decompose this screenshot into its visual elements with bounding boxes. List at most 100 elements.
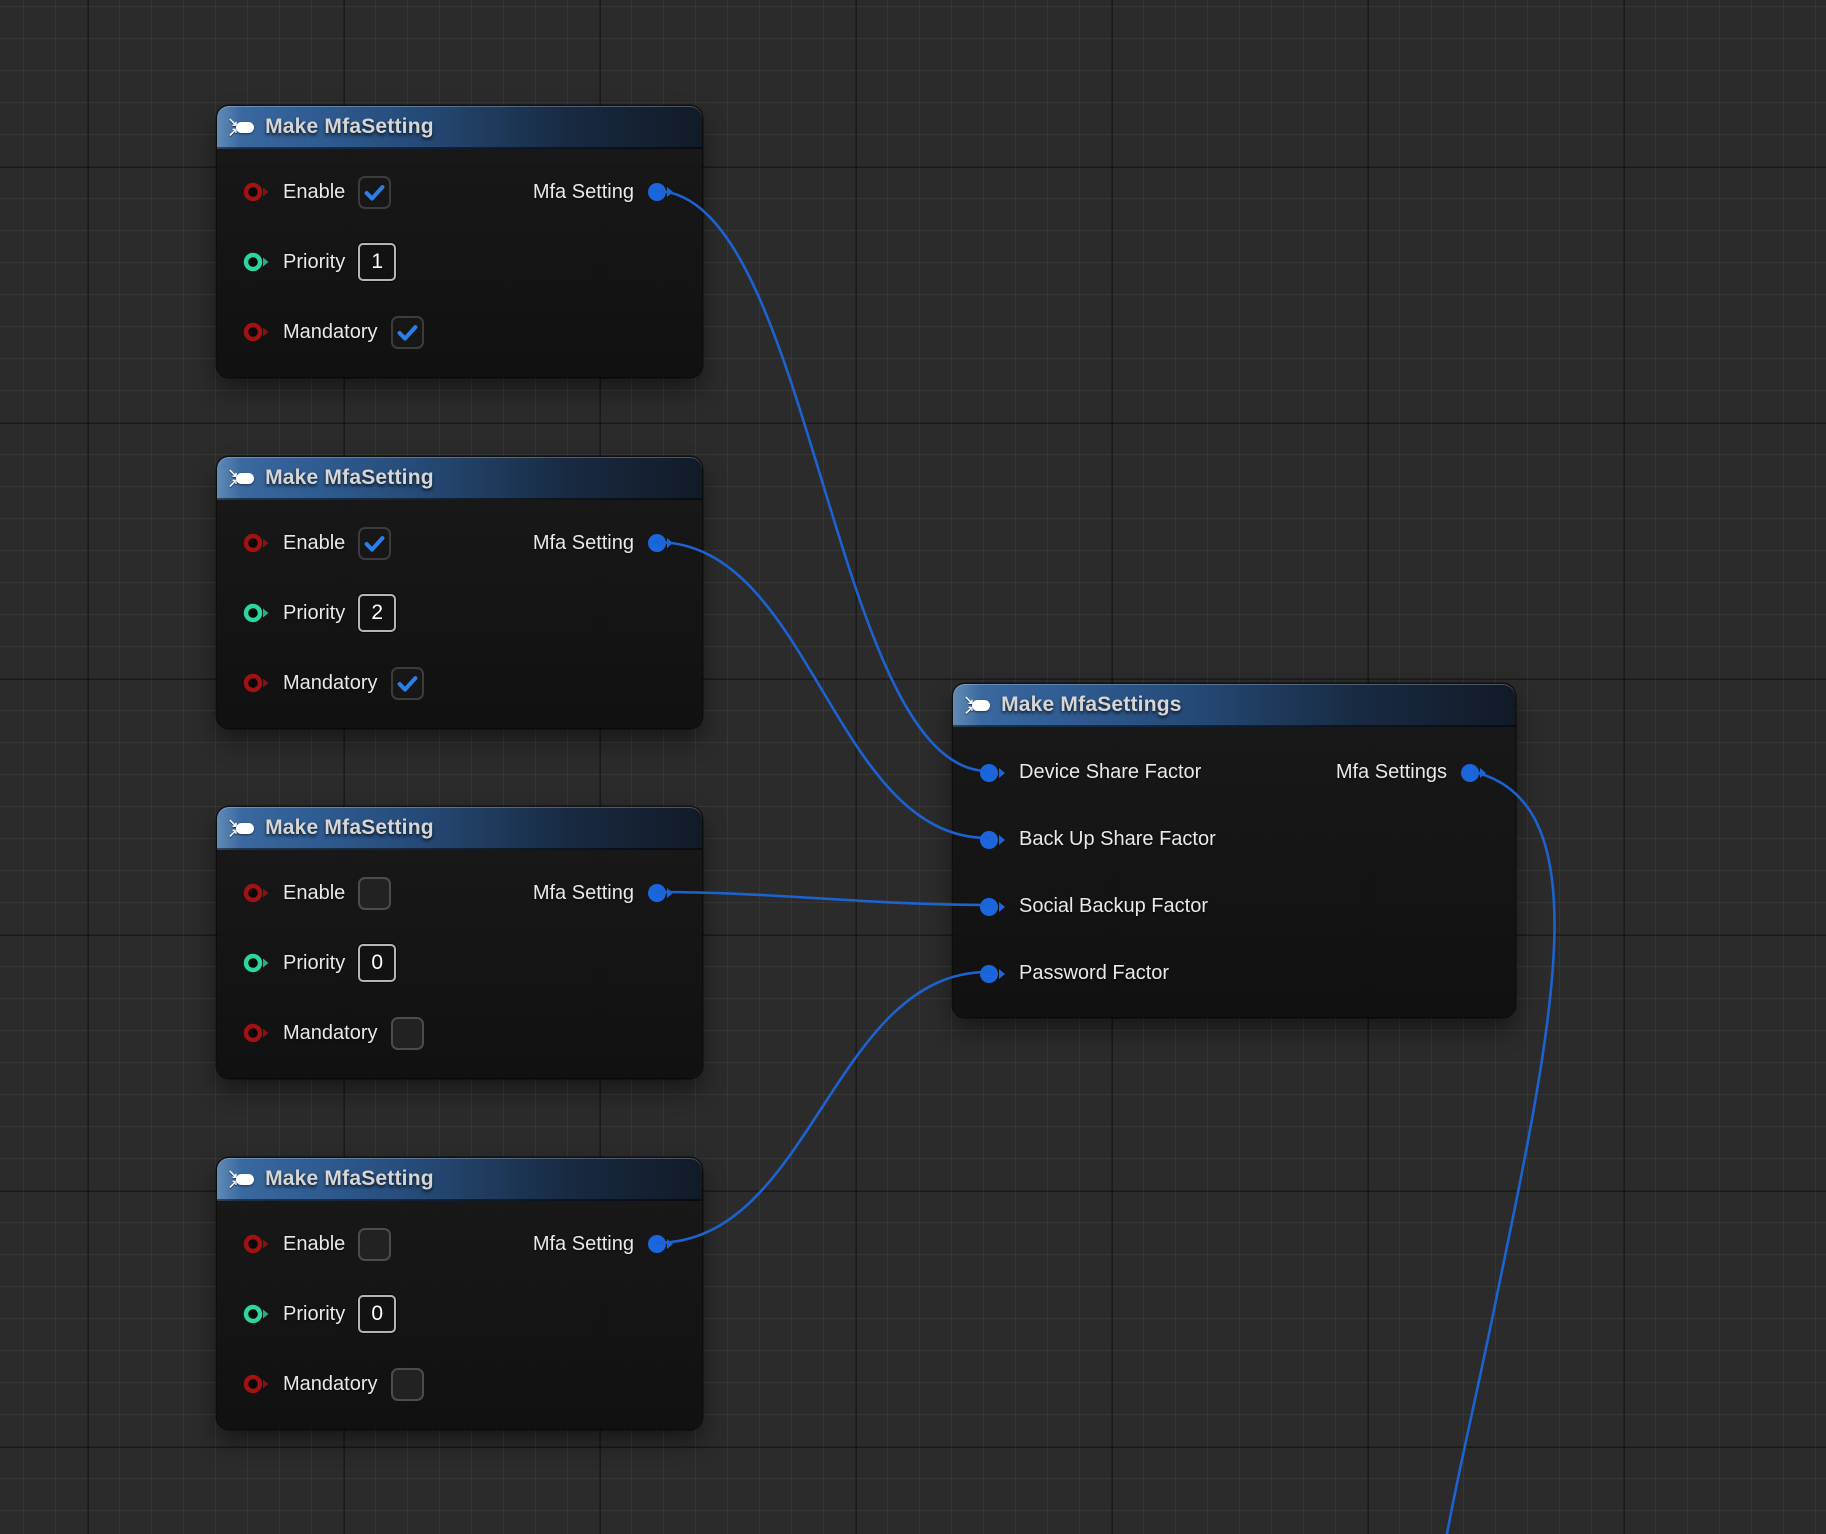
input-pin-group: Priority 0 <box>242 1295 396 1333</box>
input-pin-label: Device Share Factor <box>1019 761 1201 784</box>
blueprint-node[interactable]: ↘↗ Make MfaSettings Device Share Factor … <box>953 684 1515 1017</box>
wire[interactable] <box>656 191 988 771</box>
wire[interactable] <box>656 542 988 838</box>
checkbox-unchecked[interactable] <box>391 1017 424 1050</box>
input-pin[interactable] <box>242 321 270 343</box>
output-pin-group: Mfa Setting <box>533 882 674 905</box>
blueprint-node[interactable]: ↘↗ Make MfaSetting Enable Mfa Setting Pr… <box>217 1158 702 1429</box>
blueprint-canvas[interactable]: ↘↗ Make MfaSetting Enable Mfa Setting Pr… <box>0 0 1826 1534</box>
node-header[interactable]: ↘↗ Make MfaSetting <box>217 807 702 850</box>
checkbox-checked[interactable] <box>391 316 424 349</box>
input-pin-group: Enable <box>242 1228 391 1261</box>
input-pin[interactable] <box>242 672 270 694</box>
node-title: Make MfaSettings <box>1001 693 1182 717</box>
checkbox-unchecked[interactable] <box>358 1228 391 1261</box>
input-pin[interactable] <box>978 829 1006 851</box>
make-struct-icon: ↘↗ <box>228 818 254 838</box>
wire[interactable] <box>656 892 988 905</box>
pin-row: Priority 0 <box>217 928 702 998</box>
node-title: Make MfaSetting <box>265 466 434 490</box>
pin-row: Device Share Factor Mfa Settings <box>953 739 1515 806</box>
node-header[interactable]: ↘↗ Make MfaSetting <box>217 106 702 149</box>
output-pin-group: Mfa Setting <box>533 181 674 204</box>
input-pin[interactable] <box>242 952 270 974</box>
number-field[interactable]: 0 <box>358 1295 396 1333</box>
pin-row: Mandatory <box>217 297 702 367</box>
input-pin[interactable] <box>242 181 270 203</box>
pin-row: Enable Mfa Setting <box>217 157 702 227</box>
input-pin[interactable] <box>242 1373 270 1395</box>
input-pin-label: Mandatory <box>283 672 378 695</box>
node-header[interactable]: ↘↗ Make MfaSetting <box>217 1158 702 1201</box>
pin-row: Mandatory <box>217 1349 702 1419</box>
output-pin[interactable] <box>646 181 674 203</box>
pin-row: Enable Mfa Setting <box>217 1209 702 1279</box>
make-struct-icon: ↘↗ <box>964 695 990 715</box>
input-pin-label: Password Factor <box>1019 962 1169 985</box>
pin-row: Enable Mfa Setting <box>217 858 702 928</box>
input-pin-label: Mandatory <box>283 321 378 344</box>
checkbox-unchecked[interactable] <box>358 877 391 910</box>
make-struct-icon: ↘↗ <box>228 117 254 137</box>
checkbox-unchecked[interactable] <box>391 1368 424 1401</box>
checkbox-checked[interactable] <box>391 667 424 700</box>
blueprint-node[interactable]: ↘↗ Make MfaSetting Enable Mfa Setting Pr… <box>217 457 702 728</box>
input-pin[interactable] <box>978 896 1006 918</box>
checkbox-checked[interactable] <box>358 176 391 209</box>
output-pin[interactable] <box>1459 762 1487 784</box>
input-pin[interactable] <box>978 963 1006 985</box>
pin-capsule-icon <box>236 122 254 133</box>
wire[interactable] <box>656 972 988 1243</box>
input-pin[interactable] <box>242 1022 270 1044</box>
node-title: Make MfaSetting <box>265 115 434 139</box>
pin-capsule-icon <box>236 1174 254 1185</box>
input-pin[interactable] <box>242 1303 270 1325</box>
number-field[interactable]: 0 <box>358 944 396 982</box>
input-pin-label: Enable <box>283 532 345 555</box>
output-pin[interactable] <box>646 532 674 554</box>
node-body: Device Share Factor Mfa Settings Back Up… <box>953 727 1515 1017</box>
input-pin[interactable] <box>978 762 1006 784</box>
output-pin[interactable] <box>646 882 674 904</box>
make-struct-icon: ↘↗ <box>228 468 254 488</box>
blueprint-node[interactable]: ↘↗ Make MfaSetting Enable Mfa Setting Pr… <box>217 106 702 377</box>
input-pin-group: Password Factor <box>978 962 1169 985</box>
output-pin-label: Mfa Setting <box>533 1233 634 1256</box>
input-pin-label: Back Up Share Factor <box>1019 828 1216 851</box>
output-pin-group: Mfa Setting <box>533 532 674 555</box>
input-pin-label: Enable <box>283 882 345 905</box>
input-pin[interactable] <box>242 251 270 273</box>
input-pin[interactable] <box>242 602 270 624</box>
make-struct-icon: ↘↗ <box>228 1169 254 1189</box>
pin-row: Priority 1 <box>217 227 702 297</box>
input-pin-label: Enable <box>283 181 345 204</box>
number-field[interactable]: 2 <box>358 594 396 632</box>
output-pin-group: Mfa Setting <box>533 1233 674 1256</box>
input-pin-group: Mandatory <box>242 1017 424 1050</box>
pin-row: Priority 2 <box>217 578 702 648</box>
input-pin-label: Mandatory <box>283 1022 378 1045</box>
input-pin-group: Priority 1 <box>242 243 396 281</box>
pin-row: Priority 0 <box>217 1279 702 1349</box>
node-title: Make MfaSetting <box>265 1167 434 1191</box>
input-pin[interactable] <box>242 532 270 554</box>
input-pin-label: Mandatory <box>283 1373 378 1396</box>
input-pin-group: Enable <box>242 527 391 560</box>
number-field[interactable]: 1 <box>358 243 396 281</box>
node-header[interactable]: ↘↗ Make MfaSetting <box>217 457 702 500</box>
input-pin-label: Social Backup Factor <box>1019 895 1208 918</box>
node-title: Make MfaSetting <box>265 816 434 840</box>
node-header[interactable]: ↘↗ Make MfaSettings <box>953 684 1515 727</box>
input-pin-group: Mandatory <box>242 667 424 700</box>
node-body: Enable Mfa Setting Priority 1 Mandatory <box>217 149 702 377</box>
checkbox-checked[interactable] <box>358 527 391 560</box>
node-body: Enable Mfa Setting Priority 0 Mandatory <box>217 850 702 1078</box>
input-pin-group: Social Backup Factor <box>978 895 1208 918</box>
output-pin-label: Mfa Settings <box>1336 761 1447 784</box>
input-pin[interactable] <box>242 1233 270 1255</box>
input-pin[interactable] <box>242 882 270 904</box>
output-pin[interactable] <box>646 1233 674 1255</box>
pin-row: Mandatory <box>217 998 702 1068</box>
blueprint-node[interactable]: ↘↗ Make MfaSetting Enable Mfa Setting Pr… <box>217 807 702 1078</box>
input-pin-group: Priority 2 <box>242 594 396 632</box>
